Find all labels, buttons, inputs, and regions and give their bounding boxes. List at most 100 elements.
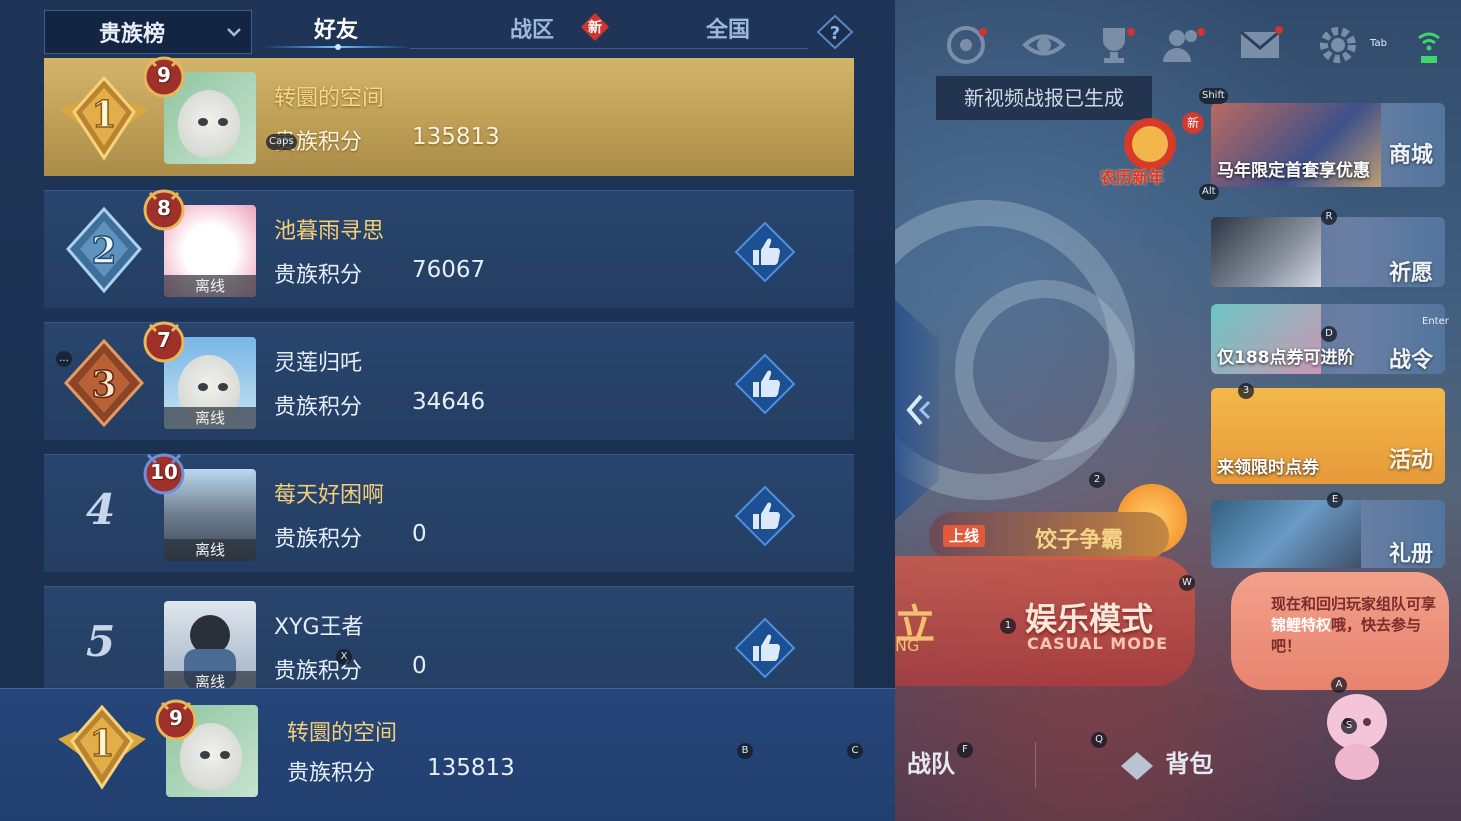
- new-year-label: 农历新年: [1100, 168, 1165, 187]
- backpack-label: 背包: [1165, 750, 1214, 778]
- thumbs-up-like-icon[interactable]: [734, 485, 796, 547]
- score-value: 0: [412, 653, 427, 679]
- score-label: 贵族积分: [274, 395, 363, 420]
- noble-level-badge: 8: [140, 187, 188, 233]
- tab-bar: 贵族榜 好友 战区 新 全国 ?: [0, 0, 895, 58]
- gift-book-card[interactable]: 礼册: [1211, 500, 1445, 568]
- noble-level-number: 10: [150, 460, 178, 484]
- offline-label: 离线: [164, 275, 256, 297]
- bubble-highlight: 锦鲤特权: [1271, 616, 1332, 634]
- dumpling-event-banner[interactable]: 上线 饺子争霸: [929, 512, 1169, 560]
- thumbs-up-like-icon[interactable]: [734, 221, 796, 283]
- noble-level-number: 9: [169, 706, 183, 730]
- score-label: 贵族积分: [274, 263, 363, 288]
- noble-level-number: 8: [157, 196, 171, 220]
- leaderboard-row[interactable]: 3 离线 7 灵莲归吒 贵族积分 34646 ...: [44, 321, 854, 440]
- team-button[interactable]: 战队: [907, 744, 955, 779]
- keyhint-e: E: [1327, 492, 1343, 508]
- shop-card[interactable]: 商城 马年限定首套享优惠: [1211, 103, 1445, 187]
- lunar-new-year-badge[interactable]: 农历新年 新: [1100, 112, 1204, 194]
- card-title: 祈愿: [1388, 261, 1433, 286]
- score-value: 0: [412, 521, 427, 547]
- leaderboard-row[interactable]: 4 离线 10 莓天好困啊 贵族积分 0: [44, 453, 854, 572]
- offline-label: 离线: [164, 539, 256, 561]
- rank-number: 1: [89, 723, 114, 765]
- friends-icon[interactable]: [1159, 22, 1205, 68]
- tab-national[interactable]: 全国: [706, 12, 750, 44]
- wish-card[interactable]: 祈愿: [1211, 217, 1445, 287]
- eye-replay-icon[interactable]: [1021, 22, 1067, 68]
- noble-level-badge: 9: [152, 697, 200, 743]
- dragon-art-swirl: [955, 280, 1135, 460]
- keyhint-2: 2: [1089, 472, 1105, 488]
- score-label: 贵族积分: [287, 761, 376, 786]
- keyhint-q: Q: [1091, 732, 1107, 748]
- mode-side-text-en: NG: [895, 636, 920, 655]
- event-text: 饺子争霸: [1035, 528, 1124, 553]
- keyhint-c: C: [847, 743, 863, 759]
- card-caption: 仅188点券可进阶: [1217, 348, 1355, 368]
- player-name: 转圜的空间: [287, 721, 398, 746]
- bubble-text: 现在和回归玩家组队可享锦鲤特权哦，快去参与吧！: [1271, 594, 1441, 657]
- card-title: 商城: [1388, 143, 1433, 168]
- tab-friends[interactable]: 好友: [314, 12, 358, 44]
- pet-mascot-icon[interactable]: [1317, 682, 1397, 782]
- rank-1-gold-badge-icon: 1: [60, 75, 148, 161]
- svg-text:?: ?: [830, 23, 840, 44]
- leaderboard-type-dropdown[interactable]: 贵族榜: [44, 10, 252, 54]
- score-value: 34646: [412, 389, 486, 415]
- leaderboard-row[interactable]: 5 离线 XYG王者 贵族积分 0 X: [44, 586, 854, 704]
- chevron-down-icon: [227, 28, 241, 37]
- returning-player-bubble[interactable]: 现在和回归玩家组队可享锦鲤特权哦，快去参与吧！: [1231, 572, 1449, 690]
- keyhint-1: 1: [1000, 618, 1016, 634]
- keyhint-tab: Tab: [1370, 38, 1387, 49]
- radar-icon[interactable]: [943, 22, 989, 68]
- activity-card[interactable]: 活动 来领限时点券: [1211, 388, 1445, 484]
- player-name: XYG王者: [274, 615, 364, 640]
- new-badge-icon: 新: [581, 13, 609, 41]
- new-year-new-badge: 新: [1182, 112, 1204, 134]
- backpack-icon: [1121, 752, 1153, 780]
- card-title: 战令: [1388, 348, 1433, 373]
- game-lobby-background: Tab 新视频战报已生成 农历新年 新 商城 马年限定首套享优惠 祈愿 战令 仅…: [895, 0, 1461, 821]
- help-icon[interactable]: ?: [816, 14, 854, 50]
- score-value: 76067: [412, 257, 486, 283]
- rank-3-bronze-badge-icon: 3: [63, 338, 145, 428]
- rank-number: 2: [91, 230, 116, 272]
- leaderboard-row[interactable]: 2 离线 8 池暮雨寻思 贵族积分 76067: [44, 187, 854, 308]
- thumbs-up-like-icon[interactable]: [734, 353, 796, 415]
- keyhint-alt: Alt: [1199, 184, 1219, 200]
- noble-level-badge: 9: [140, 54, 188, 100]
- card-title: 活动: [1388, 448, 1433, 473]
- dropdown-label: 贵族榜: [99, 22, 166, 47]
- rank-number: 4: [86, 485, 116, 534]
- tab-zone[interactable]: 战区: [510, 12, 554, 44]
- keyhint-x: X: [336, 649, 352, 665]
- new-badge-text: 新: [588, 19, 602, 36]
- card-art: [1211, 217, 1321, 287]
- trophy-icon[interactable]: [1091, 22, 1137, 68]
- keyhint-w: W: [1179, 575, 1195, 591]
- avatar[interactable]: 离线: [164, 601, 256, 693]
- rank-number: 1: [91, 94, 116, 136]
- score-value: 135813: [427, 755, 515, 781]
- keyhint-d: D: [1321, 326, 1337, 342]
- keyhint-b: B: [737, 743, 753, 759]
- player-name: 灵莲归吒: [274, 351, 363, 376]
- leaderboard-row[interactable]: 1 9 转圜的空间 贵族积分 135813 Caps: [44, 56, 854, 176]
- bottom-divider: [1035, 742, 1036, 788]
- card-caption: 马年限定首套享优惠: [1217, 161, 1370, 181]
- wifi-icon: [1418, 32, 1440, 63]
- team-label: 战队: [907, 750, 955, 778]
- my-rank-row[interactable]: 1 9 转圜的空间 贵族积分 135813 B C: [0, 688, 895, 821]
- casual-mode-button[interactable]: 立 NG 娱乐模式 CASUAL MODE: [895, 556, 1195, 686]
- keyhint-a: A: [1331, 677, 1347, 693]
- mail-icon[interactable]: [1237, 22, 1283, 68]
- settings-gear-icon[interactable]: [1315, 22, 1361, 68]
- keyhint-shift: Shift: [1199, 88, 1228, 104]
- noble-level-number: 9: [157, 63, 171, 87]
- mode-subtitle: CASUAL MODE: [1027, 634, 1169, 653]
- backpack-button[interactable]: 背包: [1117, 744, 1213, 782]
- thumbs-up-like-icon[interactable]: [734, 617, 796, 679]
- player-name: 莓天好困啊: [274, 483, 385, 508]
